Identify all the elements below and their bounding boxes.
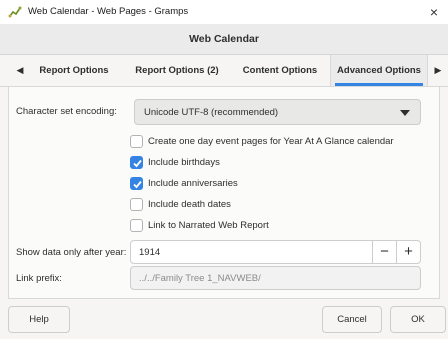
gramps-app-icon xyxy=(8,6,22,18)
checkbox-checked[interactable] xyxy=(130,156,143,169)
tab-scroll-right-icon[interactable]: ▶ xyxy=(430,55,446,86)
check-label: Include anniversaries xyxy=(148,178,238,189)
link-prefix-value: ../../Family Tree 1_NAVWEB/ xyxy=(139,273,261,284)
checkbox-unchecked[interactable] xyxy=(130,198,143,211)
cancel-button[interactable]: Cancel xyxy=(322,306,382,333)
help-button[interactable]: Help xyxy=(8,306,70,333)
check-label: Include birthdays xyxy=(148,157,220,168)
dialog-window: Web Calendar - Web Pages - Gramps × Web … xyxy=(0,0,448,339)
tab-label: Advanced Options xyxy=(337,65,421,76)
os-titlebar: Web Calendar - Web Pages - Gramps × xyxy=(0,0,448,24)
encoding-dropdown[interactable]: Unicode UTF-8 (recommended) xyxy=(134,99,421,125)
after-year-value: 1914 xyxy=(139,247,161,258)
chevron-down-icon xyxy=(400,110,410,116)
tab-label: Report Options (2) xyxy=(135,65,219,76)
check-include-death-dates[interactable]: Include death dates xyxy=(130,197,250,213)
tab-report-options-2[interactable]: Report Options (2) xyxy=(124,55,230,86)
tab-label: Content Options xyxy=(242,65,318,76)
check-year-glance-pages[interactable]: Create one day event pages for Year At A… xyxy=(130,134,420,150)
after-year-spinbox[interactable]: 1914 − + xyxy=(130,240,421,264)
advanced-options-panel: Character set encoding: Unicode UTF-8 (r… xyxy=(8,87,440,299)
tab-label: Report Options xyxy=(39,65,109,76)
check-label: Include death dates xyxy=(148,199,231,210)
encoding-label: Character set encoding: xyxy=(16,106,117,117)
tab-advanced-options[interactable]: Advanced Options xyxy=(330,55,428,86)
checkmark-icon xyxy=(133,159,142,168)
close-icon[interactable]: × xyxy=(424,2,444,22)
encoding-value: Unicode UTF-8 (recommended) xyxy=(144,107,279,118)
tab-report-options[interactable]: Report Options xyxy=(30,55,118,86)
checkbox-unchecked[interactable] xyxy=(130,135,143,148)
check-include-birthdays[interactable]: Include birthdays xyxy=(130,155,250,171)
increment-button[interactable]: + xyxy=(396,241,420,263)
tab-scroll-left-icon[interactable]: ◀ xyxy=(12,55,28,86)
check-label: Link to Narrated Web Report xyxy=(148,220,269,231)
checkbox-checked[interactable] xyxy=(130,177,143,190)
after-year-label: Show data only after year: xyxy=(16,247,127,258)
dialog-title: Web Calendar xyxy=(189,33,259,45)
active-tab-indicator xyxy=(335,83,423,86)
check-link-narrated-web[interactable]: Link to Narrated Web Report xyxy=(130,218,290,234)
checkmark-icon xyxy=(133,180,142,189)
notebook-tabs: ◀ Report Options Report Options (2) Cont… xyxy=(0,55,448,87)
check-label: Create one day event pages for Year At A… xyxy=(148,136,394,147)
tab-content-options[interactable]: Content Options xyxy=(234,55,326,86)
ok-button[interactable]: OK xyxy=(390,306,446,333)
window-title: Web Calendar - Web Pages - Gramps xyxy=(28,6,189,17)
decrement-button[interactable]: − xyxy=(372,241,396,263)
check-include-anniversaries[interactable]: Include anniversaries xyxy=(130,176,250,192)
dialog-header: Web Calendar xyxy=(0,24,448,55)
link-prefix-input[interactable]: ../../Family Tree 1_NAVWEB/ xyxy=(130,266,421,290)
checkbox-unchecked[interactable] xyxy=(130,219,143,232)
link-prefix-label: Link prefix: xyxy=(16,273,62,284)
